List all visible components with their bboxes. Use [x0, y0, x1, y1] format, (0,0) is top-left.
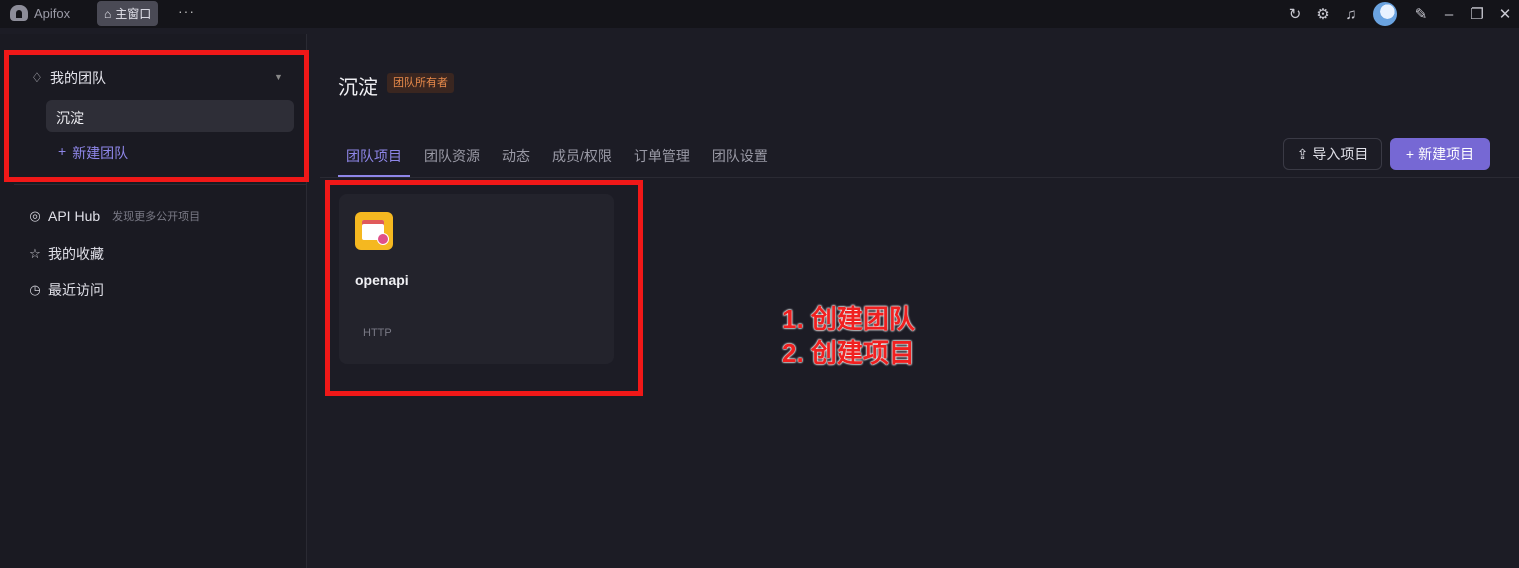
home-icon: ⌂ [104, 6, 112, 21]
tab-members[interactable]: 成员/权限 [552, 146, 612, 166]
more-menu-button[interactable]: ··· [178, 3, 195, 19]
app-name: Apifox [34, 5, 71, 21]
refresh-icon[interactable]: ↻ [1281, 5, 1309, 23]
import-label: 导入项目 [1312, 146, 1369, 162]
annotation-line-2: 2. 创建项目 [782, 338, 915, 368]
new-project-button[interactable]: + 新建项目 [1390, 138, 1490, 170]
recent-label: 最近访问 [48, 282, 104, 298]
tab-settings[interactable]: 团队设置 [712, 146, 768, 166]
sidebar-item-api-hub[interactable]: ◎ API Hub 发现更多公开项目 [28, 208, 200, 224]
home-window-tab[interactable]: ⌂ 主窗口 [97, 1, 159, 26]
avatar[interactable] [1373, 2, 1397, 26]
sidebar-item-recent[interactable]: ◷ 最近访问 [28, 280, 104, 300]
window-controls: ↻ ⚙ ♫ ✎ – ❐ ✕ [1281, 0, 1519, 28]
title-bar: Apifox ⌂ 主窗口 ··· ↻ ⚙ ♫ ✎ – ❐ ✕ [0, 0, 1519, 28]
tab-orders[interactable]: 订单管理 [634, 146, 690, 166]
tabs-divider [320, 177, 1519, 178]
tab-activity[interactable]: 动态 [502, 146, 530, 166]
pin-icon[interactable]: ✎ [1407, 5, 1435, 23]
owner-badge: 团队所有者 [387, 73, 454, 93]
api-hub-label: API Hub [48, 208, 101, 224]
star-icon: ☆ [29, 246, 41, 261]
app-logo: Apifox [10, 5, 70, 21]
home-tab-label: 主窗口 [115, 7, 152, 21]
api-hub-sublabel: 发现更多公开项目 [112, 211, 201, 223]
apifox-logo-icon [10, 5, 28, 21]
bell-icon[interactable]: ♫ [1337, 6, 1365, 23]
sidebar-divider [14, 184, 306, 185]
annotation-text: 1. 创建团队 2. 创建项目 [782, 302, 915, 370]
favorites-label: 我的收藏 [48, 246, 104, 262]
minimize-icon[interactable]: – [1435, 6, 1463, 23]
plus-icon: + [1405, 146, 1415, 162]
annotation-line-1: 1. 创建团队 [782, 304, 915, 334]
import-icon: ⇪ [1296, 145, 1309, 162]
new-project-label: 新建项目 [1418, 146, 1475, 162]
tab-team-resources[interactable]: 团队资源 [424, 146, 480, 166]
tab-team-projects[interactable]: 团队项目 [346, 146, 402, 166]
close-icon[interactable]: ✕ [1491, 5, 1519, 23]
team-tabs: 团队项目 团队资源 动态 成员/权限 订单管理 团队设置 [346, 146, 768, 166]
page-title: 沉淀 [338, 77, 378, 99]
clock-icon: ◷ [29, 282, 41, 297]
restore-icon[interactable]: ❐ [1463, 5, 1491, 23]
annotation-box-teams [4, 50, 309, 182]
settings-icon[interactable]: ⚙ [1309, 5, 1337, 23]
annotation-box-project [325, 180, 643, 396]
sidebar-item-favorites[interactable]: ☆ 我的收藏 [28, 244, 104, 264]
import-project-button[interactable]: ⇪ 导入项目 [1283, 138, 1382, 170]
compass-icon: ◎ [29, 208, 41, 223]
